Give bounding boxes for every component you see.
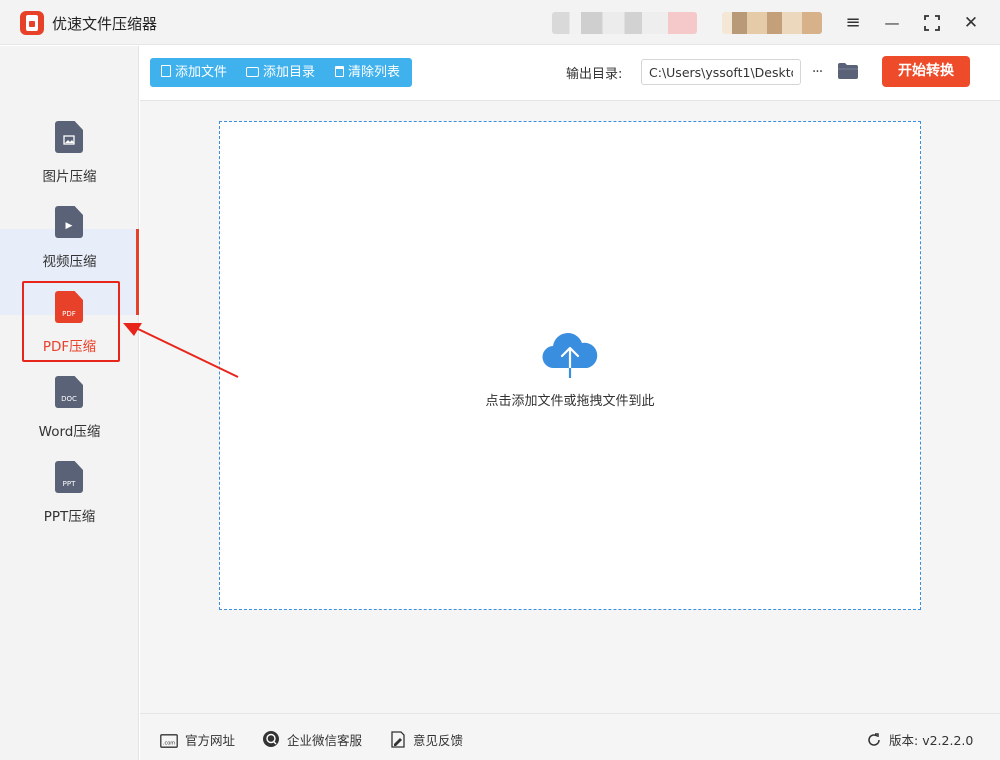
- sidebar-item-label: PPT压缩: [43, 509, 96, 525]
- svg-text:.com: .com: [163, 741, 175, 747]
- annotation-highlight-box: [22, 281, 120, 362]
- app-title: 优速文件压缩器: [52, 15, 158, 33]
- menu-icon[interactable]: ≡: [839, 9, 867, 37]
- start-convert-button[interactable]: 开始转换: [882, 56, 970, 87]
- more-options-button[interactable]: ···: [807, 59, 827, 85]
- sidebar-item-label: 图片压缩: [42, 169, 97, 185]
- app-logo: [20, 11, 44, 35]
- feedback-link[interactable]: 意见反馈: [390, 730, 463, 749]
- cloud-upload-icon[interactable]: [540, 328, 600, 380]
- output-directory-label: 输出目录:: [566, 67, 623, 82]
- feedback-icon: [391, 731, 405, 748]
- trash-icon: [335, 66, 344, 77]
- video-file-icon: ▶: [55, 206, 83, 238]
- official-website-link[interactable]: .com 官方网址: [160, 730, 235, 749]
- clear-list-button[interactable]: 清除列表: [335, 58, 400, 87]
- version-number: v2.2.2.0: [922, 733, 974, 748]
- file-icon: [161, 65, 171, 77]
- sidebar-item-label: 视频压缩: [42, 254, 97, 270]
- file-toolbar: 添加文件 添加目录 清除列表: [150, 58, 412, 87]
- sidebar-item-ppt-compress[interactable]: PPT PPT压缩: [0, 451, 139, 536]
- ppt-file-icon: PPT: [55, 461, 83, 493]
- wechat-service-link[interactable]: 企业微信客服: [262, 730, 362, 749]
- website-icon: .com: [160, 734, 178, 748]
- annotation-arrow: [123, 323, 239, 378]
- maximize-button[interactable]: [918, 9, 946, 37]
- close-button[interactable]: ✕: [957, 9, 985, 37]
- sidebar-item-label: Word压缩: [38, 424, 101, 440]
- image-file-icon: [55, 121, 83, 153]
- output-directory-input[interactable]: [641, 59, 801, 85]
- doc-file-icon: DOC: [55, 376, 83, 408]
- blurred-avatar-info: [722, 12, 822, 34]
- add-file-button[interactable]: 添加文件: [161, 58, 227, 87]
- refresh-icon: [868, 733, 880, 746]
- minimize-button[interactable]: —: [878, 9, 906, 37]
- wechat-service-icon: [263, 731, 279, 747]
- drop-zone-hint: 点击添加文件或拖拽文件到此: [485, 394, 655, 409]
- add-folder-button[interactable]: 添加目录: [246, 58, 315, 87]
- version-info: 版本: v2.2.2.0: [866, 730, 973, 749]
- sidebar-item-image-compress[interactable]: 图片压缩: [0, 111, 139, 196]
- sidebar-item-video-compress[interactable]: ▶ 视频压缩: [0, 196, 139, 281]
- open-folder-icon[interactable]: [837, 62, 859, 80]
- footer-bar: .com 官方网址 企业微信客服 意见反馈 版本: v2.2.2.0: [140, 713, 1000, 760]
- folder-icon: [246, 67, 259, 77]
- blurred-account-info: [552, 12, 697, 34]
- title-bar: 优速文件压缩器 ≡ — ✕: [0, 0, 1000, 45]
